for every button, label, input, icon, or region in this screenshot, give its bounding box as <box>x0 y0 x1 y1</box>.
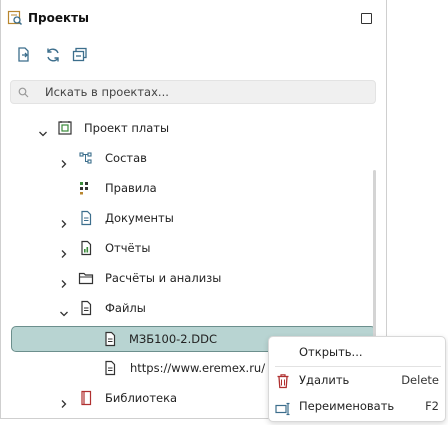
context-menu: Открыть... Удалить Delete Переименовать … <box>268 336 446 422</box>
maximize-icon[interactable] <box>361 13 372 24</box>
refresh-button[interactable] <box>44 46 62 64</box>
tree-node-analysis[interactable]: Расчёты и анализы <box>1 266 371 290</box>
board-icon <box>57 120 73 136</box>
rules-icon <box>78 180 94 196</box>
hierarchy-icon <box>78 150 94 166</box>
context-menu-open[interactable]: Открыть... <box>269 339 445 365</box>
documents-icon <box>78 210 94 226</box>
chevron-right-icon[interactable] <box>59 153 69 168</box>
chevron-down-icon[interactable] <box>59 303 69 317</box>
tree-node-files[interactable]: Файлы <box>1 296 371 320</box>
tree-node-project[interactable]: Проект платы <box>1 116 371 140</box>
tree-node-composition[interactable]: Состав <box>1 146 371 170</box>
tree-node-rules[interactable]: Правила <box>1 176 371 200</box>
search-input[interactable] <box>45 83 365 101</box>
folder-icon <box>78 270 94 286</box>
menu-item-shortcut: F2 <box>425 399 439 413</box>
tree-node-label: Документы <box>105 211 174 225</box>
chevron-down-icon[interactable] <box>38 123 48 137</box>
tree-node-label: МЗБ100-2.DDC <box>129 332 217 346</box>
add-document-icon <box>18 47 29 62</box>
tree-node-label: Файлы <box>105 301 146 315</box>
panel-titlebar: Проекты <box>1 0 388 36</box>
menu-item-label: Удалить <box>299 373 350 387</box>
menu-item-shortcut: Delete <box>401 373 439 387</box>
tree-node-documents[interactable]: Документы <box>1 206 371 230</box>
chevron-right-icon[interactable] <box>59 393 69 408</box>
library-icon <box>78 390 94 406</box>
tree-node-reports[interactable]: Отчёты <box>1 236 371 260</box>
tree-node-label: https://www.eremex.ru/ <box>130 361 266 375</box>
reports-icon <box>78 240 94 256</box>
refresh-icon <box>47 48 59 62</box>
search-icon <box>18 87 29 98</box>
projects-icon <box>7 10 23 26</box>
tree-node-label: Состав <box>105 151 147 165</box>
trash-icon <box>276 372 290 389</box>
chevron-right-icon[interactable] <box>59 273 69 288</box>
menu-item-label: Открыть... <box>299 345 363 359</box>
tree-node-label: Отчёты <box>105 241 151 255</box>
chevron-right-icon[interactable] <box>59 243 69 258</box>
search-box[interactable] <box>10 80 376 104</box>
add-project-button[interactable] <box>15 46 33 64</box>
context-menu-delete[interactable]: Удалить Delete <box>269 367 445 393</box>
context-menu-rename[interactable]: Переименовать F2 <box>269 393 445 419</box>
collapse-all-button[interactable] <box>71 46 89 64</box>
tree-node-label: Правила <box>105 181 157 195</box>
file-icon <box>102 331 118 347</box>
menu-item-label: Переименовать <box>299 399 395 413</box>
rename-icon <box>275 399 291 416</box>
chevron-right-icon[interactable] <box>59 213 69 228</box>
file-icon <box>102 360 118 376</box>
files-icon <box>78 300 94 316</box>
collapse-all-icon <box>72 47 87 62</box>
tree-node-label: Расчёты и анализы <box>105 271 222 285</box>
panel-title: Проекты <box>28 11 89 25</box>
tree-node-label: Проект платы <box>84 121 170 135</box>
tree-node-label: Библиотека <box>105 391 178 405</box>
